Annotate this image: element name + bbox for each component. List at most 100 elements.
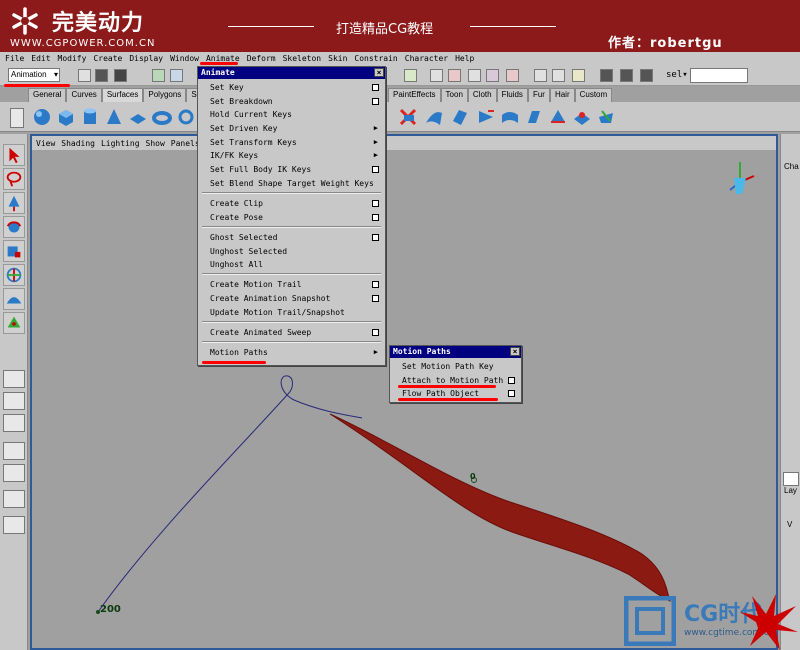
- close-icon[interactable]: ×: [510, 347, 520, 356]
- layer-radio[interactable]: [783, 472, 799, 486]
- option-box-icon[interactable]: [372, 200, 379, 207]
- project-curve-icon[interactable]: [596, 107, 616, 127]
- menu-deform[interactable]: Deform: [247, 54, 276, 63]
- save-scene-icon[interactable]: [114, 69, 127, 82]
- select-object-icon[interactable]: [170, 69, 183, 82]
- menu-window[interactable]: Window: [170, 54, 199, 63]
- tab-fluids[interactable]: Fluids: [496, 88, 528, 102]
- snap-view-icon[interactable]: [468, 69, 481, 82]
- option-box-icon[interactable]: [372, 214, 379, 221]
- magnet-icon[interactable]: [506, 69, 519, 82]
- menu-item-set-full-body-ik-keys[interactable]: Set Full Body IK Keys: [210, 165, 311, 174]
- revolve-icon[interactable]: [476, 107, 496, 127]
- render-view-icon[interactable]: [600, 69, 613, 82]
- menu-item-ik-fk-keys[interactable]: IK/FK Keys: [210, 151, 258, 160]
- snap-point-icon[interactable]: [448, 69, 461, 82]
- nurbs-plane-icon[interactable]: [128, 107, 148, 127]
- layout-script-icon[interactable]: [3, 490, 25, 508]
- nurbs-cone-icon[interactable]: [104, 107, 124, 127]
- menu-item-unghost-all[interactable]: Unghost All: [210, 260, 263, 269]
- menu-display[interactable]: Display: [129, 54, 163, 63]
- birail-icon[interactable]: [500, 107, 520, 127]
- tab-toon[interactable]: Toon: [440, 88, 468, 102]
- lasso-tool-icon[interactable]: [3, 168, 25, 190]
- option-box-icon[interactable]: [372, 295, 379, 302]
- option-box-icon[interactable]: [372, 329, 379, 336]
- menu-skin[interactable]: Skin: [328, 54, 347, 63]
- nurbs-cylinder-icon[interactable]: [80, 107, 100, 127]
- menu-item-set-blend-shape-keys[interactable]: Set Blend Shape Target Weight Keys: [210, 179, 374, 188]
- menu-skeleton[interactable]: Skeleton: [283, 54, 322, 63]
- snap-curve-icon[interactable]: [430, 69, 443, 82]
- trim-icon[interactable]: [572, 107, 592, 127]
- menu-item-set-key[interactable]: Set Key: [210, 83, 244, 92]
- rotate-tool-icon[interactable]: [3, 216, 25, 238]
- nurbs-torus-icon[interactable]: [152, 107, 172, 127]
- panel-menu-panels[interactable]: Panels: [171, 139, 200, 148]
- option-box-icon[interactable]: [372, 281, 379, 288]
- extrude-icon[interactable]: [524, 107, 544, 127]
- shelf-menu-icon[interactable]: [10, 108, 24, 128]
- move-tool-icon[interactable]: [3, 192, 25, 214]
- menu-item-flow-path-object[interactable]: Flow Path Object: [402, 389, 479, 398]
- panel-menu-view[interactable]: View: [36, 139, 55, 148]
- layout-single-icon[interactable]: [3, 370, 25, 388]
- construction-history-icon[interactable]: [572, 69, 585, 82]
- menu-item-create-pose[interactable]: Create Pose: [210, 213, 263, 222]
- tab-painteffects[interactable]: PaintEffects: [388, 88, 441, 102]
- menu-item-motion-paths[interactable]: Motion Paths: [210, 348, 268, 357]
- option-box-icon[interactable]: [372, 234, 379, 241]
- menu-item-update-motion-trail[interactable]: Update Motion Trail/Snapshot: [210, 308, 345, 317]
- tab-curves[interactable]: Curves: [66, 88, 102, 102]
- output-ops-icon[interactable]: [552, 69, 565, 82]
- layout-graph-icon[interactable]: [3, 442, 25, 460]
- ipr-render-icon[interactable]: [640, 69, 653, 82]
- menu-item-create-animation-snapshot[interactable]: Create Animation Snapshot: [210, 294, 330, 303]
- boundary-icon[interactable]: [548, 107, 568, 127]
- layout-four-icon[interactable]: [3, 392, 25, 410]
- detach-surface-icon[interactable]: [398, 107, 418, 127]
- option-box-icon[interactable]: [508, 377, 515, 384]
- layout-hypershade-icon[interactable]: [3, 464, 25, 482]
- tab-cloth[interactable]: Cloth: [467, 88, 497, 102]
- nurbs-sphere-icon[interactable]: [32, 107, 52, 127]
- menu-item-unghost-selected[interactable]: Unghost Selected: [210, 247, 287, 256]
- option-box-icon[interactable]: [372, 166, 379, 173]
- planar-icon[interactable]: [450, 107, 470, 127]
- layout-outliner-icon[interactable]: [3, 414, 25, 432]
- scale-tool-icon[interactable]: [3, 240, 25, 262]
- option-box-icon[interactable]: [372, 98, 379, 105]
- menu-modify[interactable]: Modify: [58, 54, 87, 63]
- menu-file[interactable]: File: [5, 54, 24, 63]
- menu-item-create-motion-trail[interactable]: Create Motion Trail: [210, 280, 302, 289]
- select-tool-icon[interactable]: [3, 144, 25, 166]
- menu-item-hold-current-keys[interactable]: Hold Current Keys: [210, 110, 292, 119]
- select-hierarchy-icon[interactable]: [152, 69, 165, 82]
- motion-path-curve[interactable]: [97, 375, 363, 613]
- path-animated-object[interactable]: [329, 413, 671, 602]
- render-icon[interactable]: [620, 69, 633, 82]
- menu-item-set-breakdown[interactable]: Set Breakdown: [210, 97, 273, 106]
- menu-item-set-motion-path-key[interactable]: Set Motion Path Key: [402, 362, 494, 371]
- tab-polygons[interactable]: Polygons: [143, 88, 187, 102]
- option-box-icon[interactable]: [508, 390, 515, 397]
- snap-surface-icon[interactable]: [486, 69, 499, 82]
- tab-custom[interactable]: Custom: [574, 88, 613, 102]
- nurbs-cube-icon[interactable]: [56, 107, 76, 127]
- menu-constrain[interactable]: Constrain: [354, 54, 397, 63]
- tab-hair[interactable]: Hair: [549, 88, 575, 102]
- universal-manipulator-icon[interactable]: [3, 264, 25, 286]
- selection-input[interactable]: [690, 68, 748, 83]
- menu-item-create-clip[interactable]: Create Clip: [210, 199, 263, 208]
- menu-item-create-animated-sweep[interactable]: Create Animated Sweep: [210, 328, 311, 337]
- close-icon[interactable]: ×: [374, 68, 384, 77]
- menu-help[interactable]: Help: [455, 54, 474, 63]
- snap-grid-icon[interactable]: [404, 69, 417, 82]
- tab-general[interactable]: General: [28, 88, 67, 102]
- menu-item-set-transform-keys[interactable]: Set Transform Keys: [210, 138, 297, 147]
- menu-item-attach-to-motion-path[interactable]: Attach to Motion Path: [402, 376, 503, 385]
- menu-character[interactable]: Character: [405, 54, 448, 63]
- panel-menu-lighting[interactable]: Lighting: [101, 139, 140, 148]
- layout-menu-icon[interactable]: [3, 516, 25, 534]
- loft-icon[interactable]: [424, 107, 444, 127]
